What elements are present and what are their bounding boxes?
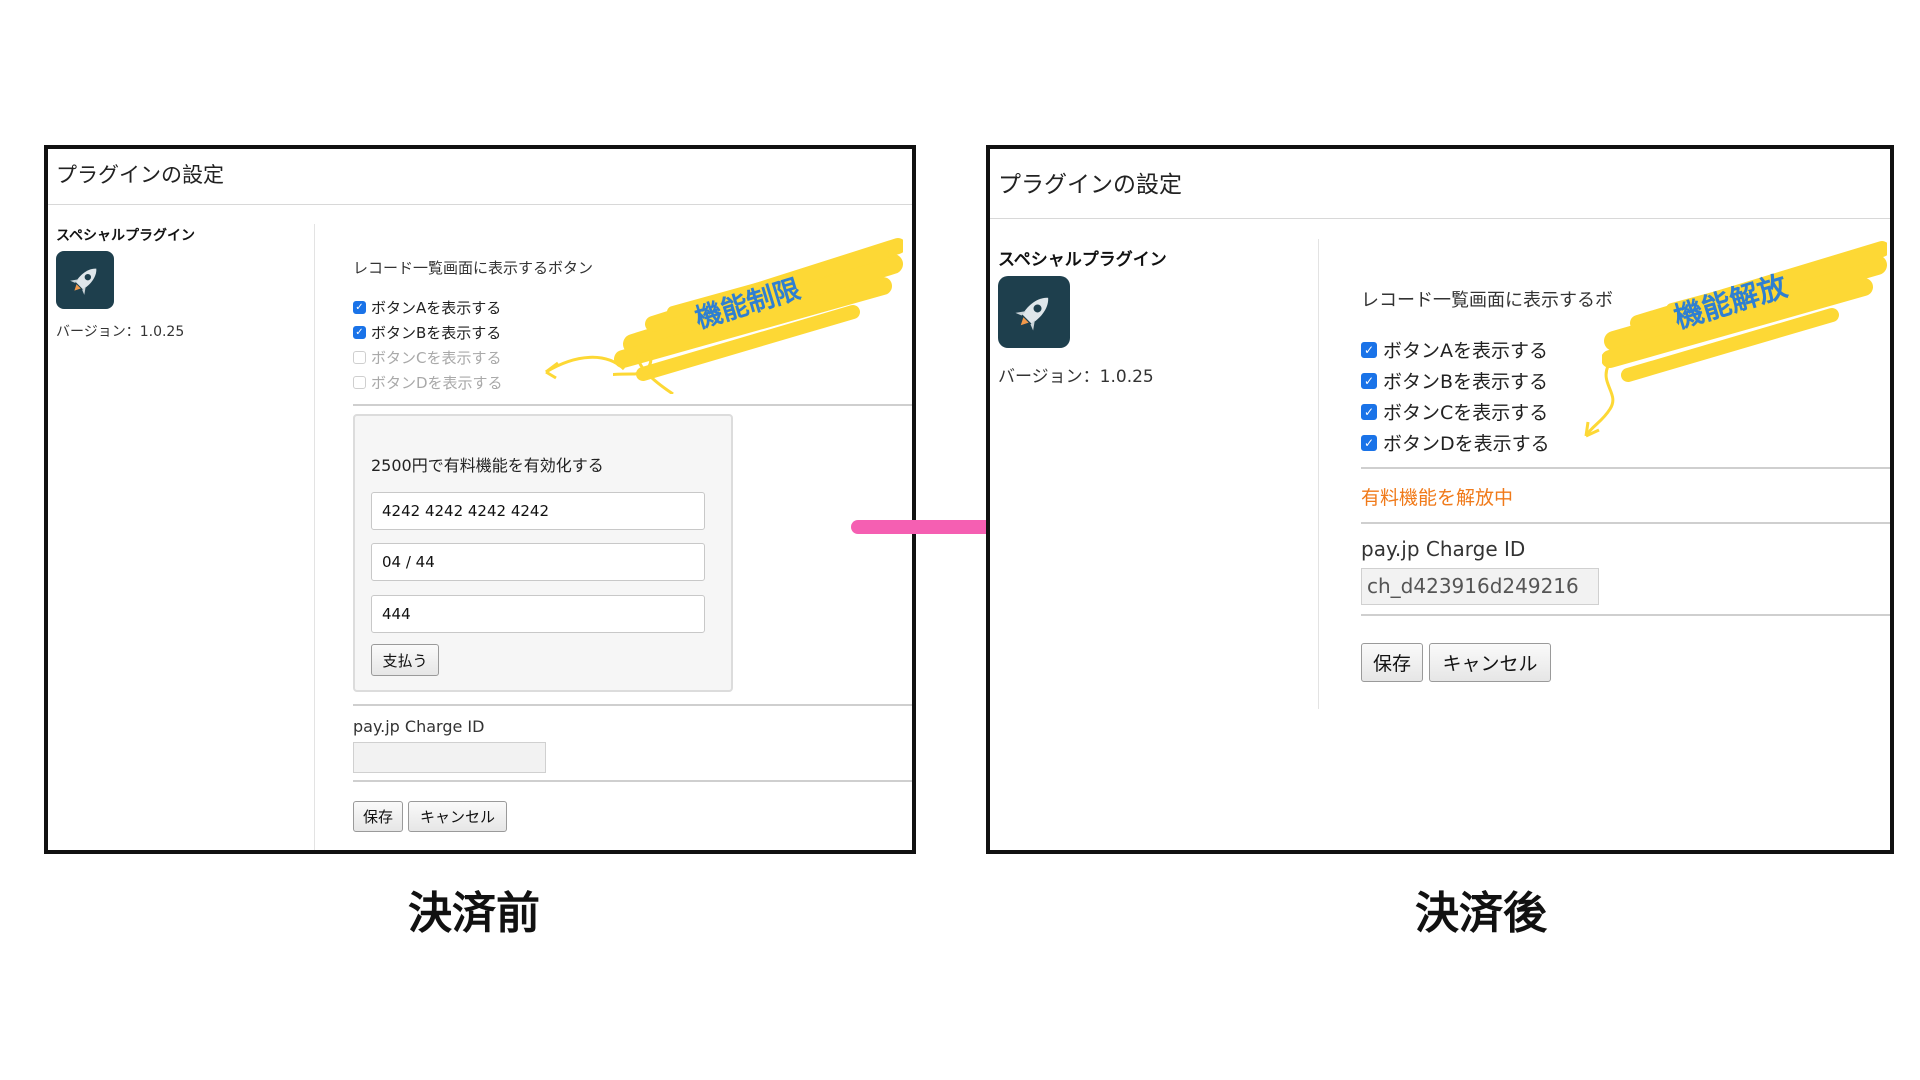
checkbox-c[interactable]: ✓	[1361, 403, 1377, 420]
section-divider	[1361, 614, 1890, 616]
card-cvc-input[interactable]: 444	[371, 595, 705, 633]
section-divider	[353, 704, 912, 706]
column-divider	[1318, 239, 1319, 709]
title-divider	[990, 218, 1890, 219]
checkbox-a[interactable]: ✓	[1361, 341, 1377, 358]
charge-id-field[interactable]	[353, 742, 546, 773]
checkbox-c	[353, 351, 366, 364]
checkbox-d-label: ボタンDを表示する	[371, 374, 503, 392]
checkbox-d[interactable]: ✓	[1361, 434, 1377, 451]
section-divider	[1361, 467, 1890, 469]
charge-id-field[interactable]: ch_d423916d249216	[1361, 568, 1599, 605]
card-number-input[interactable]: 4242 4242 4242 4242	[371, 492, 705, 530]
checkbox-row-b[interactable]: ✓ ボタンBを表示する	[1361, 367, 1548, 394]
checkbox-a-label: ボタンAを表示する	[371, 299, 502, 317]
checkbox-row-c[interactable]: ✓ ボタンCを表示する	[1361, 398, 1548, 425]
checkbox-b[interactable]: ✓	[1361, 372, 1377, 389]
save-button[interactable]: 保存	[353, 801, 403, 832]
arrow-to-checkboxes	[536, 344, 626, 394]
charge-id-label: pay.jp Charge ID	[353, 717, 485, 736]
checkbox-row-a[interactable]: ✓ ボタンAを表示する	[353, 297, 501, 318]
paid-status: 有料機能を解放中	[1361, 487, 1514, 509]
arrow-to-checkboxes	[1580, 364, 1630, 444]
cancel-button[interactable]: キャンセル	[1429, 643, 1551, 682]
page-title: プラグインの設定	[998, 172, 1182, 198]
section-divider	[1361, 522, 1890, 524]
plugin-name: スペシャルプラグイン	[998, 250, 1167, 270]
pay-button[interactable]: 支払う	[371, 644, 439, 676]
section-divider	[353, 404, 912, 406]
buttons-section-label: レコード一覧画面に表示するボタン	[353, 259, 594, 277]
checkbox-a[interactable]: ✓	[353, 301, 366, 314]
payment-form: 2500円で有料機能を有効化する 4242 4242 4242 4242 04 …	[353, 414, 733, 692]
title-divider	[48, 204, 912, 205]
checkbox-b-label: ボタンBを表示する	[371, 324, 502, 342]
column-divider	[314, 224, 315, 850]
plugin-name: スペシャルプラグイン	[56, 228, 196, 244]
checkbox-c-label: ボタンCを表示する	[371, 349, 502, 367]
checkbox-d-label: ボタンDを表示する	[1383, 433, 1550, 455]
version-label: バージョン：1.0.25	[56, 324, 185, 340]
checkbox-a-label: ボタンAを表示する	[1383, 340, 1548, 362]
card-expiry-input[interactable]: 04 / 44	[371, 543, 705, 581]
checkbox-row-b[interactable]: ✓ ボタンBを表示する	[353, 322, 501, 343]
buttons-section-label: レコード一覧画面に表示するボ	[1361, 290, 1613, 311]
rocket-icon	[56, 251, 114, 309]
page-title: プラグインの設定	[56, 163, 224, 187]
checkbox-row-d[interactable]: ✓ ボタンDを表示する	[1361, 429, 1550, 456]
charge-id-label: pay.jp Charge ID	[1361, 537, 1526, 561]
caption-after: 決済後	[1415, 888, 1547, 939]
caption-before: 決済前	[408, 888, 540, 939]
checkbox-c-label: ボタンCを表示する	[1383, 402, 1549, 424]
cancel-button[interactable]: キャンセル	[408, 801, 507, 832]
version-label: バージョン：1.0.25	[998, 367, 1154, 387]
restriction-annotation: 機能制限	[572, 224, 906, 396]
checkbox-d	[353, 376, 366, 389]
rocket-icon	[998, 276, 1070, 348]
checkbox-row-c: ボタンCを表示する	[353, 347, 501, 368]
before-settings-window: プラグインの設定 スペシャルプラグイン バージョン：1.0.25 レコード一覧画…	[44, 145, 916, 854]
checkbox-b-label: ボタンBを表示する	[1383, 371, 1549, 393]
unlock-annotation: 機能解放	[1601, 229, 1890, 389]
checkbox-b[interactable]: ✓	[353, 326, 366, 339]
payment-title: 2500円で有料機能を有効化する	[371, 456, 604, 475]
section-divider	[353, 780, 912, 782]
checkbox-row-a[interactable]: ✓ ボタンAを表示する	[1361, 336, 1548, 363]
save-button[interactable]: 保存	[1361, 643, 1423, 682]
after-settings-window: プラグインの設定 スペシャルプラグイン バージョン：1.0.25 レコード一覧画…	[986, 145, 1894, 854]
checkbox-row-d: ボタンDを表示する	[353, 372, 503, 393]
